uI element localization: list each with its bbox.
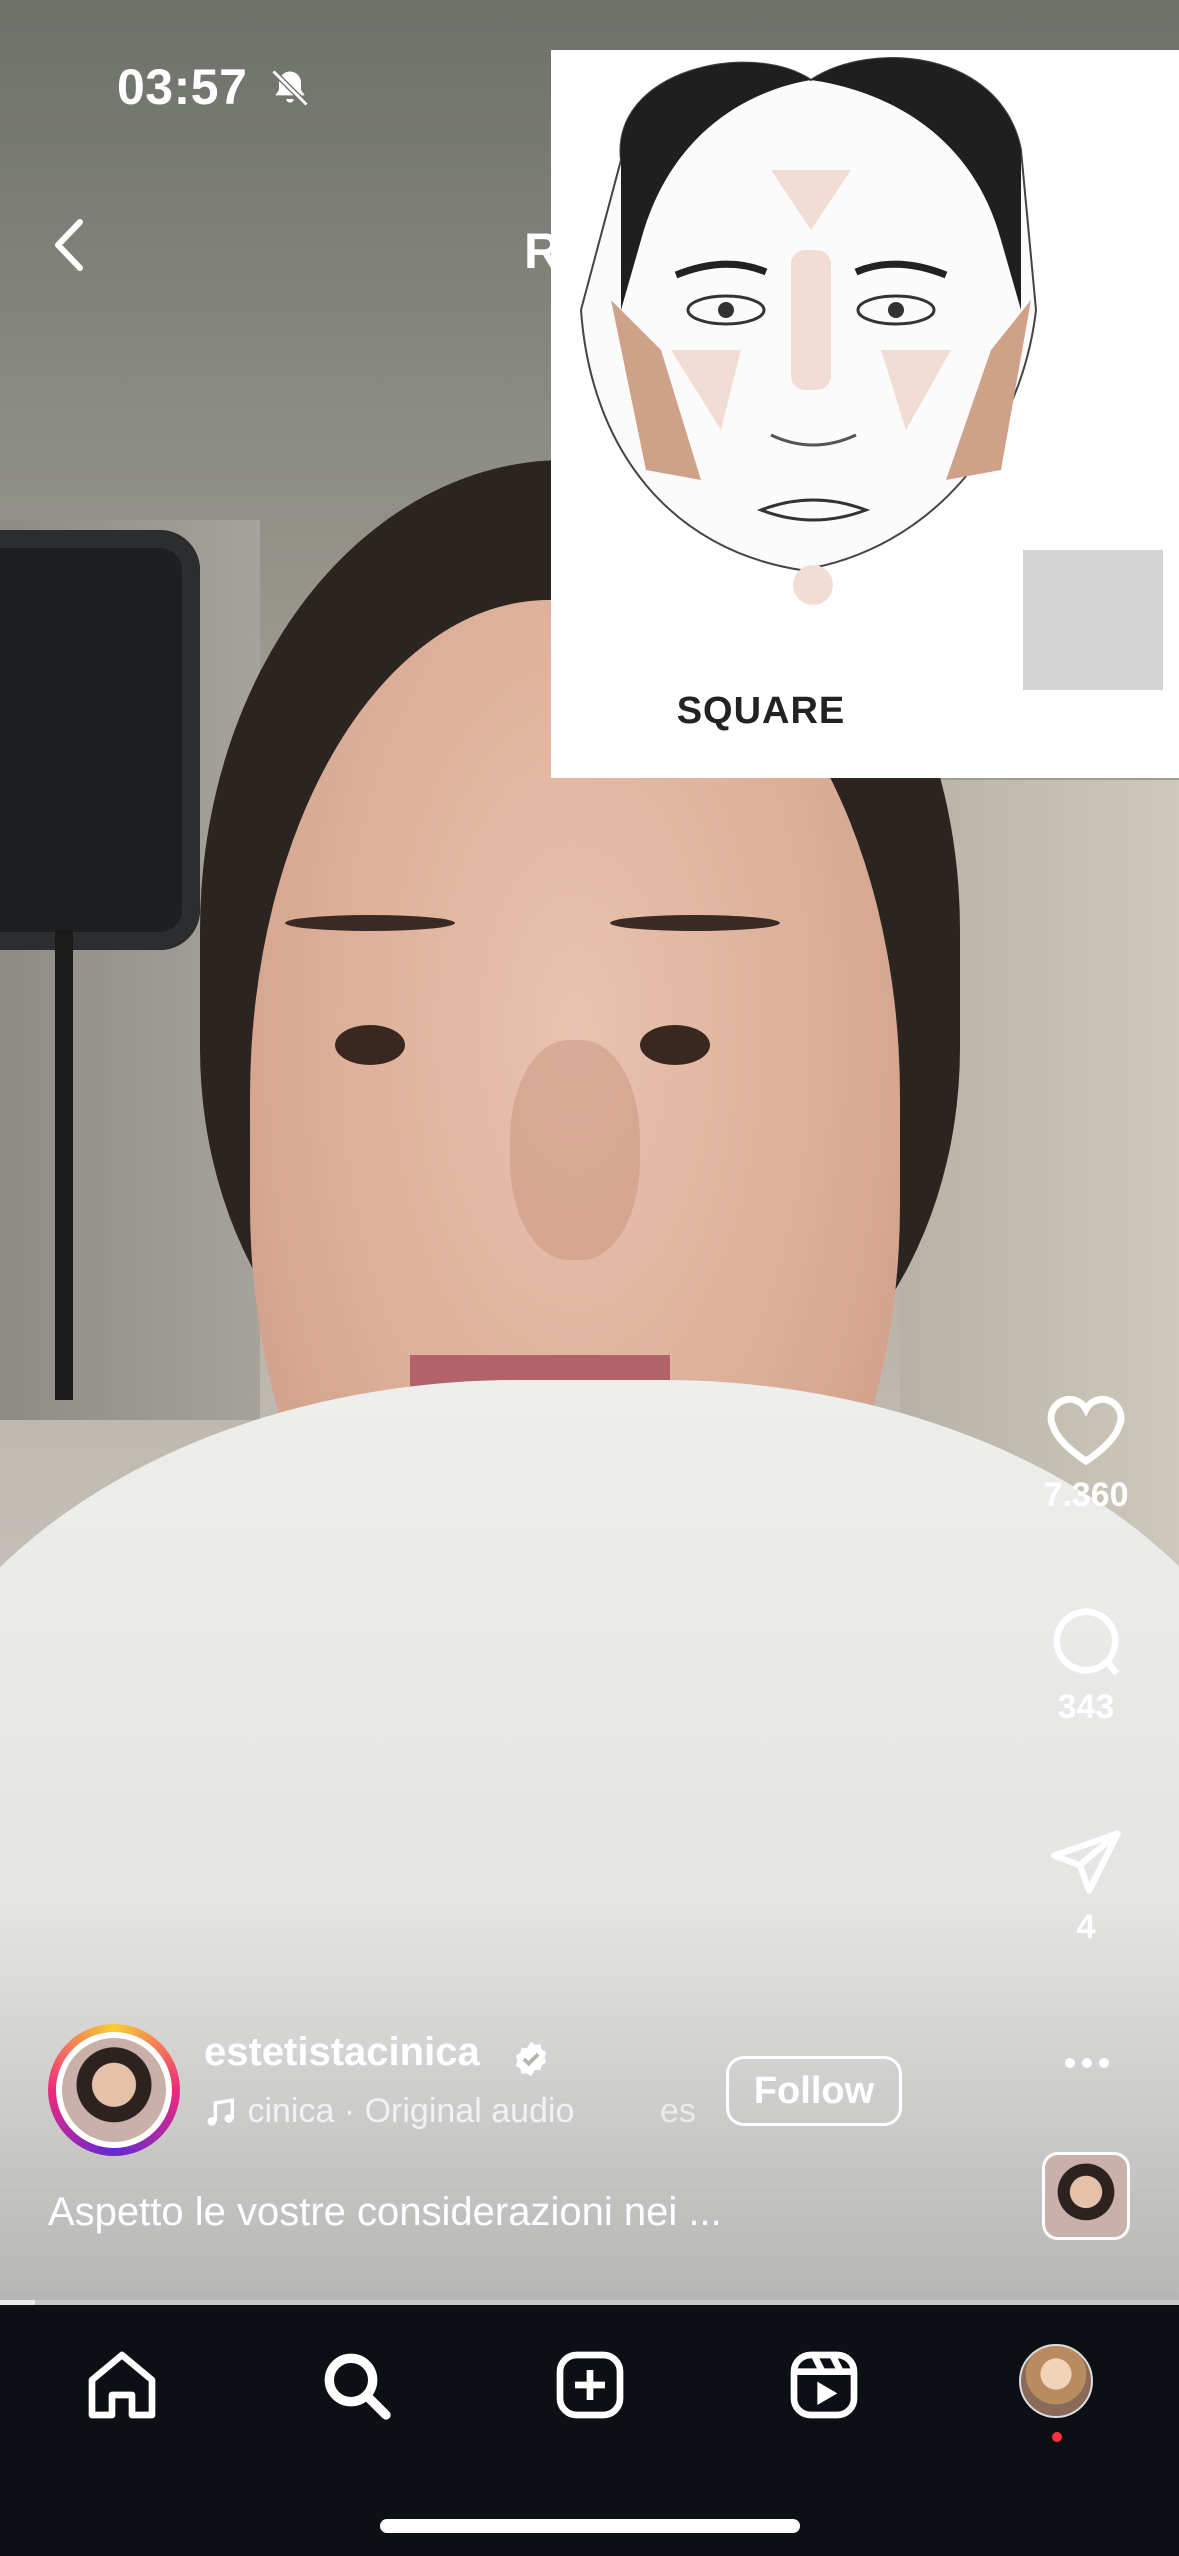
tab-home[interactable] (82, 2345, 162, 2425)
face-shape-label: SQUARE (676, 690, 846, 732)
home-icon (88, 2351, 156, 2419)
audio-thumbnail[interactable] (1042, 2152, 1130, 2240)
back-chevron-icon[interactable] (40, 210, 100, 280)
eye-left (335, 1025, 405, 1065)
audio-text-scroll: es (660, 2092, 696, 2130)
studio-light (0, 530, 200, 950)
tab-create[interactable] (550, 2345, 630, 2425)
status-time: 03:57 (117, 59, 248, 115)
home-indicator[interactable] (380, 2519, 800, 2533)
avatar-image (62, 2038, 166, 2142)
audio-text: cinica · Original audio (247, 2092, 575, 2130)
comment-button[interactable]: 343 (1036, 1602, 1136, 1727)
light-stand (55, 930, 73, 1400)
comment-icon (1053, 1608, 1120, 1676)
like-button[interactable]: 7.360 (1036, 1392, 1136, 1515)
music-note-icon (207, 2098, 235, 2126)
nose (510, 1040, 640, 1260)
author-username[interactable]: estetistacinica (204, 2030, 480, 2075)
more-options-icon[interactable] (1062, 2050, 1112, 2076)
eyebrow-right (610, 915, 780, 931)
heart-icon (1047, 1395, 1125, 1466)
audio-link[interactable]: cinica · Original audio (204, 2092, 574, 2131)
caption-text[interactable]: Aspetto le vostre considerazioni nei ... (48, 2190, 722, 2235)
tab-search[interactable] (316, 2345, 396, 2425)
comment-count: 343 (1057, 1688, 1115, 1726)
like-count: 7.360 (1043, 1476, 1129, 1514)
send-icon (1051, 1830, 1121, 1894)
bell-muted-icon (271, 69, 309, 107)
reels-icon (790, 2351, 858, 2419)
eye-right (640, 1025, 710, 1065)
eyebrow-left (285, 915, 455, 931)
tab-reels[interactable] (784, 2345, 864, 2425)
avatar-border (56, 2032, 172, 2148)
share-button[interactable]: 4 (1036, 1824, 1136, 1947)
notification-dot (1052, 2432, 1062, 2442)
search-icon (324, 2353, 391, 2420)
tab-profile-avatar[interactable] (1019, 2344, 1093, 2418)
create-icon (556, 2351, 624, 2419)
author-avatar[interactable] (48, 2024, 180, 2156)
face-chart-overlay: SQUARE (551, 50, 1179, 778)
share-count: 4 (1076, 1908, 1096, 1946)
gray-swatch (1023, 550, 1163, 690)
verified-badge-icon (515, 2041, 547, 2077)
follow-button[interactable]: Follow (726, 2056, 902, 2126)
